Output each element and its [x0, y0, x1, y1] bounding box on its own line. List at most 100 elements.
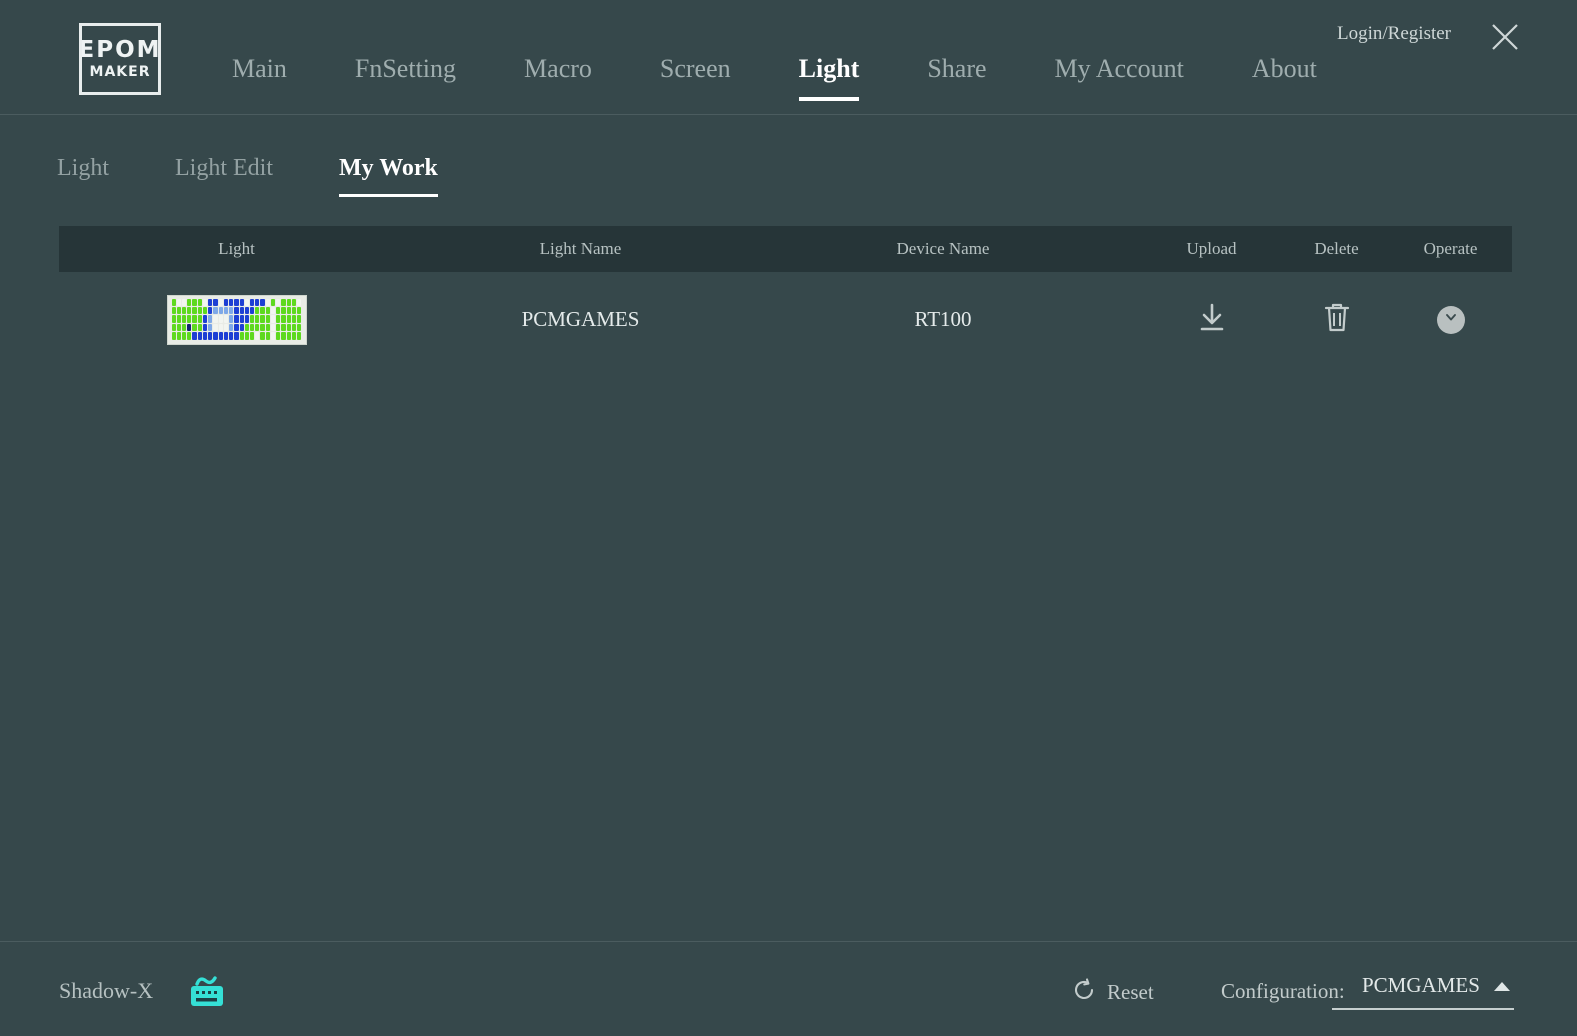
trash-icon[interactable] [1322, 301, 1352, 338]
connected-device-label: Shadow-X [59, 978, 154, 1003]
reset-label: Reset [1107, 980, 1154, 1004]
top-header: EPOM MAKER Main FnSetting Macro Screen L… [0, 0, 1577, 115]
refresh-icon [1072, 978, 1096, 1007]
keyboard-preview-key [265, 306, 270, 315]
keyboard-preview-key [202, 306, 208, 315]
keyboard-preview-key [171, 332, 176, 340]
keyboard-preview-row [171, 323, 302, 332]
tab-my-work[interactable]: My Work [339, 152, 438, 197]
keyboard-preview-key [176, 315, 181, 323]
keyboard-preview-key [176, 298, 181, 306]
keyboard-preview-key [176, 323, 181, 332]
keyboard-preview-key [270, 298, 276, 306]
keyboard-preview-key [181, 332, 187, 340]
operate-expand-button[interactable] [1436, 305, 1465, 334]
keyboard-preview-key [244, 306, 250, 315]
keyboard-preview-key [223, 306, 229, 315]
table-header-row: Light Light Name Device Name Upload Dele… [59, 226, 1512, 272]
keyboard-preview-key [192, 298, 197, 306]
download-icon[interactable] [1196, 301, 1228, 338]
logo-text-primary: EPOM [79, 37, 161, 63]
keyboard-preview-key [213, 298, 218, 306]
keyboard-preview-key [187, 315, 192, 323]
tab-light-edit[interactable]: Light Edit [175, 152, 273, 184]
keyboard-preview-key [202, 315, 208, 323]
keyboard-preview-key [234, 315, 239, 323]
keyboard-preview-key [181, 298, 187, 306]
keyboard-preview-key [213, 306, 218, 315]
keyboard-preview-key [297, 323, 302, 332]
nav-item-macro[interactable]: Macro [524, 52, 592, 86]
keyboard-preview-key [208, 298, 213, 306]
cell-upload [1139, 301, 1284, 338]
keyboard-preview-key [281, 298, 286, 306]
keyboard-preview-key [255, 323, 260, 332]
keyboard-preview-key [229, 332, 234, 340]
login-register-link[interactable]: Login/Register [1337, 23, 1451, 45]
keyboard-light-preview-thumbnail[interactable] [166, 294, 307, 345]
keyboard-preview-key [208, 332, 213, 340]
nav-item-main[interactable]: Main [232, 52, 287, 86]
keyboard-preview-key [265, 315, 270, 323]
keyboard-preview-key [260, 315, 265, 323]
cell-delete [1284, 301, 1389, 338]
keyboard-preview-key [234, 306, 239, 315]
sub-tab-bar: Light Light Edit My Work [57, 152, 504, 197]
cell-light-name: PCMGAMES [414, 307, 747, 332]
keyboard-preview-key [213, 332, 218, 340]
cell-operate [1389, 305, 1512, 334]
keyboard-preview-key [176, 306, 181, 315]
keyboard-preview-key [297, 298, 302, 306]
keyboard-preview-key [181, 315, 187, 323]
keyboard-preview-key [197, 323, 202, 332]
keyboard-preview-key [286, 323, 291, 332]
keyboard-preview-key [208, 323, 213, 332]
keyboard-preview-key [229, 298, 234, 306]
keyboard-preview-key [234, 298, 239, 306]
keyboard-preview-key [244, 315, 250, 323]
tab-light[interactable]: Light [57, 152, 109, 184]
keyboard-preview-key [239, 315, 244, 323]
keyboard-icon[interactable] [185, 974, 227, 1010]
keyboard-preview-key [202, 298, 208, 306]
nav-item-my-account[interactable]: My Account [1055, 52, 1184, 86]
reset-button[interactable]: Reset [1072, 978, 1154, 1007]
keyboard-preview-key [197, 315, 202, 323]
keyboard-preview-key [218, 315, 223, 323]
keyboard-preview-key [192, 306, 197, 315]
keyboard-preview-key [213, 315, 218, 323]
nav-item-about[interactable]: About [1252, 52, 1317, 86]
keyboard-preview-key [276, 323, 281, 332]
keyboard-preview-key [260, 298, 265, 306]
nav-item-share[interactable]: Share [927, 52, 986, 86]
nav-item-light[interactable]: Light [798, 52, 859, 101]
table-row: PCMGAMES RT100 [59, 272, 1512, 367]
keyboard-preview-key [244, 323, 250, 332]
keyboard-preview-key [218, 298, 223, 306]
keyboard-preview-key [187, 298, 192, 306]
keyboard-preview-key [187, 332, 192, 340]
keyboard-preview-key [250, 315, 255, 323]
keyboard-preview-key [255, 332, 260, 340]
keyboard-preview-key [281, 306, 286, 315]
keyboard-preview-key [218, 332, 223, 340]
nav-item-fnsetting[interactable]: FnSetting [355, 52, 456, 86]
nav-item-screen[interactable]: Screen [660, 52, 731, 86]
keyboard-preview-key [255, 306, 260, 315]
cell-device-name: RT100 [747, 307, 1139, 332]
keyboard-preview-key [291, 315, 297, 323]
configuration-select[interactable]: PCMGAMES [1332, 970, 1514, 1010]
main-navigation: Main FnSetting Macro Screen Light Share … [232, 52, 1317, 101]
device-name-value: RT100 [914, 307, 972, 331]
close-icon[interactable] [1488, 20, 1522, 54]
column-header-device-name: Device Name [896, 239, 990, 258]
keyboard-preview-key [255, 315, 260, 323]
chevron-down-icon [1443, 309, 1459, 330]
keyboard-preview-key [171, 306, 176, 315]
keyboard-preview-key [291, 332, 297, 340]
keyboard-preview-key [250, 332, 255, 340]
configuration-selected-value: PCMGAMES [1362, 973, 1480, 997]
cell-light-thumbnail [59, 294, 414, 345]
app-logo: EPOM MAKER [79, 23, 161, 95]
keyboard-preview-key [276, 315, 281, 323]
